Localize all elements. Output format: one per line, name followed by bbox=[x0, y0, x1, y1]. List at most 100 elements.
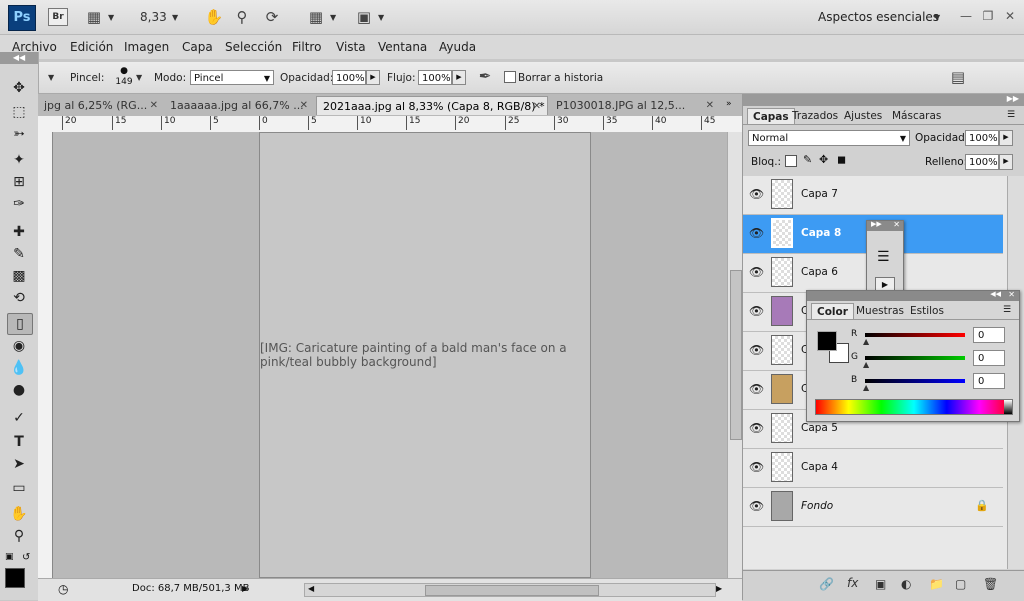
zoom-level[interactable]: 8,33 bbox=[140, 10, 167, 24]
lock-pixels-icon[interactable]: ✎ bbox=[803, 153, 812, 166]
layer-name[interactable]: Capa 5 bbox=[801, 422, 838, 434]
menu-vista[interactable]: Vista bbox=[336, 40, 366, 54]
flow-input[interactable]: 100% bbox=[418, 70, 452, 85]
close-icon[interactable]: ✕ bbox=[1008, 290, 1015, 299]
screen-mode-dropdown-icon[interactable]: ▼ bbox=[378, 13, 386, 22]
b-slider-handle[interactable]: ▲ bbox=[863, 383, 869, 392]
scroll-thumb[interactable] bbox=[425, 585, 599, 596]
b-input[interactable]: 0 bbox=[973, 373, 1005, 389]
path-selection-tool-icon[interactable]: ➤ bbox=[7, 454, 31, 474]
hand-tool-icon[interactable]: ✋ bbox=[7, 504, 31, 524]
close-icon[interactable]: ✕ bbox=[1002, 8, 1018, 24]
mode-select[interactable]: Pincel ▼ bbox=[190, 70, 274, 85]
tab-close-icon[interactable]: ✕ bbox=[533, 97, 541, 116]
layer-name[interactable]: Capa 7 bbox=[801, 188, 838, 200]
history-icon[interactable]: ☰ bbox=[877, 249, 890, 265]
lock-all-icon[interactable]: ◼ bbox=[837, 153, 846, 166]
chevron-down-icon[interactable]: ▼ bbox=[108, 13, 116, 22]
new-layer-icon[interactable]: ▢ bbox=[955, 577, 966, 591]
eye-icon[interactable]: 👁 bbox=[749, 187, 764, 201]
erase-history-checkbox[interactable] bbox=[504, 71, 516, 83]
flow-slider-toggle[interactable]: ▶ bbox=[452, 70, 466, 85]
layer-row[interactable]: 👁 Capa 7 bbox=[743, 176, 1003, 215]
collapse-icon[interactable]: ◀◀ bbox=[990, 290, 1001, 298]
brush-tool-icon[interactable]: ✎ bbox=[7, 244, 31, 264]
brush-preset-picker[interactable]: ● 149 bbox=[114, 66, 134, 90]
move-tool-icon[interactable]: ✥ bbox=[7, 78, 31, 98]
delete-layer-icon[interactable]: 🗑 bbox=[983, 577, 998, 591]
magic-wand-tool-icon[interactable]: ✦ bbox=[7, 150, 31, 170]
foreground-color-swatch[interactable] bbox=[5, 568, 25, 588]
restore-icon[interactable]: ❐ bbox=[980, 8, 996, 24]
eye-icon[interactable]: 👁 bbox=[749, 499, 764, 513]
eye-icon[interactable]: 👁 bbox=[749, 304, 764, 318]
menu-ventana[interactable]: Ventana bbox=[378, 40, 427, 54]
tab-document-1[interactable]: jpg al 6,25% (RG... ✕ bbox=[38, 96, 164, 115]
tab-muestras[interactable]: Muestras bbox=[851, 303, 909, 319]
layer-row[interactable]: 👁 Capa 4 bbox=[743, 449, 1003, 488]
menu-capa[interactable]: Capa bbox=[182, 40, 213, 54]
tab-close-icon[interactable]: ✕ bbox=[706, 96, 714, 115]
g-slider-handle[interactable]: ▲ bbox=[863, 360, 869, 369]
layer-style-icon[interactable]: fx bbox=[847, 576, 858, 590]
eraser-tool-icon[interactable]: ▯ bbox=[7, 313, 33, 335]
menu-imagen[interactable]: Imagen bbox=[124, 40, 169, 54]
expand-icon[interactable]: ▶▶ bbox=[871, 220, 882, 228]
dodge-tool-icon[interactable]: ● bbox=[7, 380, 31, 400]
tab-document-2[interactable]: 1aaaaaa.jpg al 66,7% ... ✕ bbox=[164, 96, 314, 115]
type-tool-icon[interactable]: T bbox=[7, 432, 31, 452]
swap-colors-icon[interactable]: ↺ bbox=[22, 552, 30, 563]
opacity-input[interactable]: 100% bbox=[332, 70, 366, 85]
foreground-color-swatch[interactable] bbox=[817, 331, 837, 351]
healing-brush-tool-icon[interactable]: ✚ bbox=[7, 222, 31, 242]
hand-icon[interactable]: ✋ bbox=[204, 7, 224, 27]
lock-position-icon[interactable]: ✥ bbox=[819, 153, 828, 166]
status-icon[interactable]: ◷ bbox=[58, 582, 68, 596]
r-slider[interactable] bbox=[865, 333, 965, 337]
lasso-tool-icon[interactable]: ➳ bbox=[7, 124, 31, 144]
eyedropper-tool-icon[interactable]: ✑ bbox=[7, 194, 31, 214]
workspace-switcher[interactable]: Aspectos esenciales bbox=[818, 10, 939, 24]
history-brush-tool-icon[interactable]: ⟲ bbox=[7, 288, 31, 308]
pen-tool-icon[interactable]: ✓ bbox=[7, 408, 31, 428]
arrange-dropdown-icon[interactable]: ▼ bbox=[330, 13, 338, 22]
scroll-left-icon[interactable]: ◀ bbox=[308, 584, 314, 593]
tab-ajustes[interactable]: Ajustes bbox=[839, 108, 887, 124]
menu-edicion[interactable]: Edición bbox=[70, 40, 113, 54]
layer-name[interactable]: Capa 4 bbox=[801, 461, 838, 473]
default-colors-icon[interactable]: ▣ bbox=[5, 552, 14, 562]
lock-transparency-icon[interactable] bbox=[785, 155, 797, 167]
layer-name[interactable]: Capa 6 bbox=[801, 266, 838, 278]
zoom-dropdown-icon[interactable]: ▼ bbox=[172, 13, 180, 22]
new-group-icon[interactable]: 📁 bbox=[929, 577, 944, 591]
g-slider[interactable] bbox=[865, 356, 965, 360]
tab-document-4[interactable]: P1030018.JPG al 12,5... ✕ bbox=[550, 96, 720, 115]
r-slider-handle[interactable]: ▲ bbox=[863, 337, 869, 346]
blur-tool-icon[interactable]: 💧 bbox=[7, 358, 31, 378]
tab-close-icon[interactable]: ✕ bbox=[300, 96, 308, 115]
status-menu-icon[interactable]: ▶ bbox=[242, 584, 248, 593]
clone-stamp-tool-icon[interactable]: ▩ bbox=[7, 266, 31, 286]
rectangle-tool-icon[interactable]: ▭ bbox=[7, 478, 31, 498]
fill-input[interactable]: 100% bbox=[965, 154, 999, 170]
blend-mode-select[interactable]: Normal ▼ bbox=[748, 130, 910, 146]
crop-tool-icon[interactable]: ⊞ bbox=[7, 172, 31, 192]
eye-icon[interactable]: 👁 bbox=[749, 421, 764, 435]
panels-toggle-icon[interactable]: ▤ bbox=[948, 67, 968, 87]
zoom-tool-icon[interactable]: ⚲ bbox=[7, 526, 31, 546]
opacity-slider-toggle[interactable]: ▶ bbox=[999, 130, 1013, 146]
layer-row[interactable]: 👁 Fondo 🔒 bbox=[743, 488, 1003, 527]
minimize-icon[interactable]: — bbox=[958, 8, 974, 24]
toolbox-collapse-icon[interactable]: ◀◀ bbox=[0, 52, 38, 64]
film-strip-icon[interactable]: ▦ bbox=[84, 7, 104, 27]
tab-estilos[interactable]: Estilos bbox=[905, 303, 949, 319]
dock-collapse-icon[interactable]: ▶▶ bbox=[1007, 94, 1019, 103]
color-spectrum-bar[interactable] bbox=[815, 399, 1013, 415]
black-white-ramp[interactable] bbox=[1004, 400, 1012, 414]
vertical-scrollbar[interactable] bbox=[727, 132, 743, 578]
panel-menu-icon[interactable]: ☰ bbox=[1003, 305, 1011, 315]
brush-dropdown-icon[interactable]: ▼ bbox=[136, 73, 144, 82]
b-slider[interactable] bbox=[865, 379, 965, 383]
eye-icon[interactable]: 👁 bbox=[749, 226, 764, 240]
tool-preset-dropdown-icon[interactable]: ▼ bbox=[48, 73, 56, 82]
